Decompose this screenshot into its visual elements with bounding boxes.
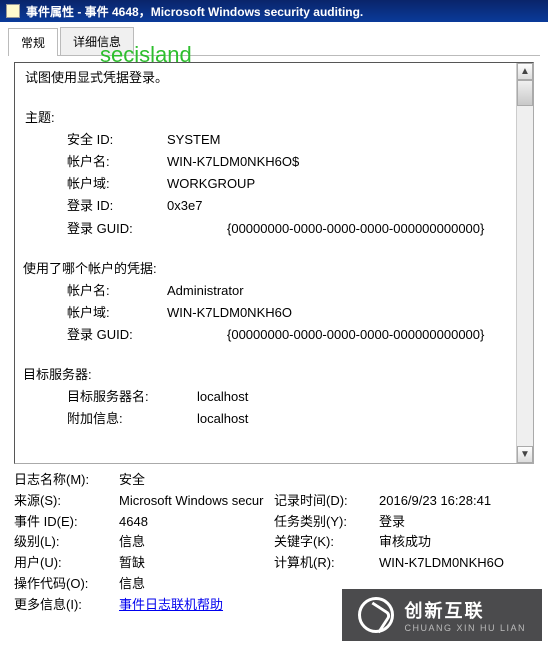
label: 更多信息(I): bbox=[14, 595, 119, 616]
subject-heading: 主题: bbox=[25, 107, 523, 129]
intro-text: 试图使用显式凭据登录。 bbox=[25, 67, 523, 89]
app-icon bbox=[6, 4, 20, 18]
source: 来源(S): Microsoft Windows secur bbox=[14, 491, 274, 512]
value: SYSTEM bbox=[167, 129, 220, 151]
label: 操作代码(O): bbox=[14, 574, 119, 595]
label: 来源(S): bbox=[14, 491, 119, 512]
level: 级别(L): 信息 bbox=[14, 532, 274, 553]
used-account-domain: 帐户域: WIN-K7LDM0NKH6O bbox=[25, 302, 523, 324]
value: WIN-K7LDM0NKH6O$ bbox=[167, 151, 299, 173]
window-title: 事件属性 - 事件 4648，Microsoft Windows securit… bbox=[26, 3, 363, 20]
label: 关键字(K): bbox=[274, 532, 379, 553]
label: 帐户名: bbox=[67, 280, 167, 302]
label: 级别(L): bbox=[14, 532, 119, 553]
subject-logon-guid: 登录 GUID: {00000000-0000-0000-0000-000000… bbox=[25, 218, 523, 240]
scroll-up-button[interactable]: ▲ bbox=[517, 63, 533, 80]
value: Administrator bbox=[167, 280, 244, 302]
value: 信息 bbox=[119, 574, 145, 595]
value: 信息 bbox=[119, 532, 145, 553]
value: {00000000-0000-0000-0000-000000000000} bbox=[227, 324, 484, 346]
help-link[interactable]: 事件日志联机帮助 bbox=[119, 595, 223, 616]
brand-mark-icon bbox=[358, 597, 394, 633]
label: 登录 ID: bbox=[67, 195, 167, 217]
scrollbar[interactable]: ▲ ▼ bbox=[516, 63, 533, 463]
titlebar: 事件属性 - 事件 4648，Microsoft Windows securit… bbox=[0, 0, 548, 22]
log-name: 日志名称(M): 安全 bbox=[14, 470, 274, 491]
value: {00000000-0000-0000-0000-000000000000} bbox=[227, 218, 484, 240]
value: WORKGROUP bbox=[167, 173, 255, 195]
tabs: 常规 详细信息 bbox=[8, 27, 540, 56]
logged-time: 记录时间(D): 2016/9/23 16:28:41 bbox=[274, 491, 534, 512]
value: WIN-K7LDM0NKH6O bbox=[379, 553, 504, 574]
value: localhost bbox=[197, 386, 248, 408]
opcode: 操作代码(O): 信息 bbox=[14, 574, 274, 595]
target-server-heading: 目标服务器: bbox=[23, 364, 523, 386]
value: 暂缺 bbox=[119, 553, 145, 574]
label: 事件 ID(E): bbox=[14, 512, 119, 533]
value: WIN-K7LDM0NKH6O bbox=[167, 302, 292, 324]
subject-security-id: 安全 ID: SYSTEM bbox=[25, 129, 523, 151]
tab-general[interactable]: 常规 bbox=[8, 28, 58, 56]
subject-account-name: 帐户名: WIN-K7LDM0NKH6O$ bbox=[25, 151, 523, 173]
scroll-thumb[interactable] bbox=[517, 80, 533, 106]
label: 帐户名: bbox=[67, 151, 167, 173]
used-account-name: 帐户名: Administrator bbox=[25, 280, 523, 302]
label: 帐户域: bbox=[67, 302, 167, 324]
value: 0x3e7 bbox=[167, 195, 202, 217]
computer: 计算机(R): WIN-K7LDM0NKH6O bbox=[274, 553, 534, 574]
value: 安全 bbox=[119, 470, 145, 491]
brand-overlay: 创新互联 CHUANG XIN HU LIAN bbox=[342, 589, 542, 641]
label: 安全 ID: bbox=[67, 129, 167, 151]
event-id: 事件 ID(E): 4648 bbox=[14, 512, 274, 533]
label: 目标服务器名: bbox=[67, 386, 197, 408]
event-description-pane: 试图使用显式凭据登录。 主题: 安全 ID: SYSTEM 帐户名: WIN-K… bbox=[14, 62, 534, 464]
used-account-logon-guid: 登录 GUID: {00000000-0000-0000-0000-000000… bbox=[25, 324, 523, 346]
value: 4648 bbox=[119, 512, 148, 533]
used-account-heading: 使用了哪个帐户的凭据: bbox=[23, 258, 523, 280]
label: 登录 GUID: bbox=[67, 324, 227, 346]
more-info: 更多信息(I): 事件日志联机帮助 bbox=[14, 595, 274, 616]
tab-details[interactable]: 详细信息 bbox=[60, 27, 134, 55]
label: 日志名称(M): bbox=[14, 470, 119, 491]
label: 任务类别(Y): bbox=[274, 512, 379, 533]
label: 附加信息: bbox=[67, 408, 197, 430]
target-server-add-info: 附加信息: localhost bbox=[25, 408, 523, 430]
value: 审核成功 bbox=[379, 532, 431, 553]
value: 登录 bbox=[379, 512, 405, 533]
subject-logon-id: 登录 ID: 0x3e7 bbox=[25, 195, 523, 217]
brand-text: 创新互联 bbox=[404, 597, 526, 623]
label: 帐户域: bbox=[67, 173, 167, 195]
value: 2016/9/23 16:28:41 bbox=[379, 491, 491, 512]
target-server-name: 目标服务器名: localhost bbox=[25, 386, 523, 408]
scroll-down-button[interactable]: ▼ bbox=[517, 446, 533, 463]
value: localhost bbox=[197, 408, 248, 430]
user: 用户(U): 暂缺 bbox=[14, 553, 274, 574]
label: 记录时间(D): bbox=[274, 491, 379, 512]
value: Microsoft Windows secur bbox=[119, 491, 263, 512]
label: 用户(U): bbox=[14, 553, 119, 574]
label: 计算机(R): bbox=[274, 553, 379, 574]
task-category: 任务类别(Y): 登录 bbox=[274, 512, 534, 533]
brand-subtext: CHUANG XIN HU LIAN bbox=[404, 623, 526, 633]
keywords: 关键字(K): 审核成功 bbox=[274, 532, 534, 553]
subject-account-domain: 帐户域: WORKGROUP bbox=[25, 173, 523, 195]
label: 登录 GUID: bbox=[67, 218, 227, 240]
